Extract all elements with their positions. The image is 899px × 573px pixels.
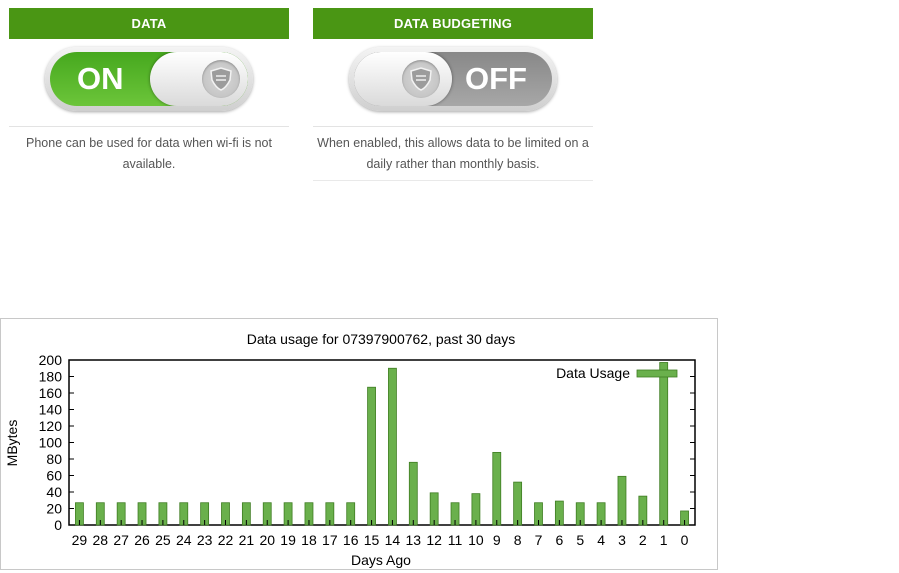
x-tick-label: 2 [639,532,647,548]
data-toggle-track[interactable]: ON [50,52,248,106]
x-tick-label: 18 [301,532,317,548]
x-tick-label: 15 [364,532,380,548]
data-card-description: Phone can be used for data when wi-fi is… [26,136,272,171]
x-tick-label: 10 [468,532,484,548]
data-budgeting-card-description: When enabled, this allows data to be lim… [313,127,593,181]
data-card: DATA ON Phone can be used for data when … [9,8,289,180]
x-tick-label: 25 [155,532,171,548]
x-tick-label: 13 [406,532,422,548]
y-tick-label: 160 [39,385,63,401]
x-tick-label: 14 [385,532,401,548]
data-budgeting-toggle-knob[interactable] [354,52,452,106]
data-usage-chart: Data usage for 07397900762, past 30 days… [0,318,718,570]
data-toggle-knob[interactable] [150,52,248,106]
x-tick-label: 8 [514,532,522,548]
chart-bar [659,362,669,526]
y-tick-label: 140 [39,402,63,418]
x-tick-label: 20 [259,532,275,548]
x-tick-label: 3 [618,532,626,548]
x-tick-label: 0 [681,532,689,548]
y-tick-label: 200 [39,352,63,368]
x-tick-label: 6 [555,532,563,548]
data-budgeting-card-header: DATA BUDGETING [313,8,593,39]
chart-bar [617,475,627,526]
x-tick-label: 19 [280,532,296,548]
data-toggle-state-label: ON [77,61,124,96]
x-tick-label: 21 [239,532,255,548]
x-tick-label: 1 [660,532,668,548]
data-toggle[interactable]: ON [45,47,253,111]
y-tick-label: 20 [46,501,62,517]
data-budgeting-toggle-track[interactable]: OFF [354,52,552,106]
x-tick-label: 17 [322,532,338,548]
x-tick-label: 4 [597,532,605,548]
y-tick-label: 60 [46,468,62,484]
y-tick-label: 0 [54,517,62,533]
chart-bar [408,461,418,526]
data-budgeting-toggle[interactable]: OFF [349,47,557,111]
chart-bar [388,367,397,526]
y-tick-label: 80 [46,451,62,467]
chart-bar [367,386,376,526]
x-tick-label: 23 [197,532,213,548]
x-tick-label: 24 [176,532,192,548]
data-budgeting-toggle-state-label: OFF [465,61,527,96]
chart-bar [492,451,502,526]
x-tick-label: 16 [343,532,359,548]
x-tick-label: 12 [426,532,442,548]
x-tick-label: 11 [448,532,463,548]
data-card-header: DATA [9,8,289,39]
y-tick-label: 120 [39,418,63,434]
y-tick-label: 180 [39,369,63,385]
x-tick-label: 7 [535,532,543,548]
x-tick-label: 22 [218,532,234,548]
x-tick-label: 5 [576,532,584,548]
chart-bar [513,481,523,526]
shield-emblem-icon [202,60,240,98]
y-tick-label: 100 [39,435,63,451]
shield-emblem-icon [402,60,440,98]
x-tick-label: 9 [493,532,501,548]
chart-y-axis-label: MBytes [4,420,20,467]
x-tick-label: 26 [134,532,150,548]
chart-x-axis-label: Days Ago [351,552,411,568]
legend-swatch [636,369,678,378]
data-budgeting-toggle-area: OFF [313,39,593,127]
chart-title: Data usage for 07397900762, past 30 days [247,331,516,347]
y-tick-label: 40 [46,484,62,500]
data-toggle-area: ON [9,39,289,127]
chart-plot-border [68,359,696,526]
x-tick-label: 27 [113,532,129,548]
x-tick-label: 29 [72,532,88,548]
legend-label: Data Usage [556,365,630,381]
x-tick-label: 28 [93,532,109,548]
data-usage-chart-svg: Data usage for 07397900762, past 30 days… [4,331,696,568]
data-budgeting-card: DATA BUDGETING OFF When enabled, this al… [313,8,593,181]
